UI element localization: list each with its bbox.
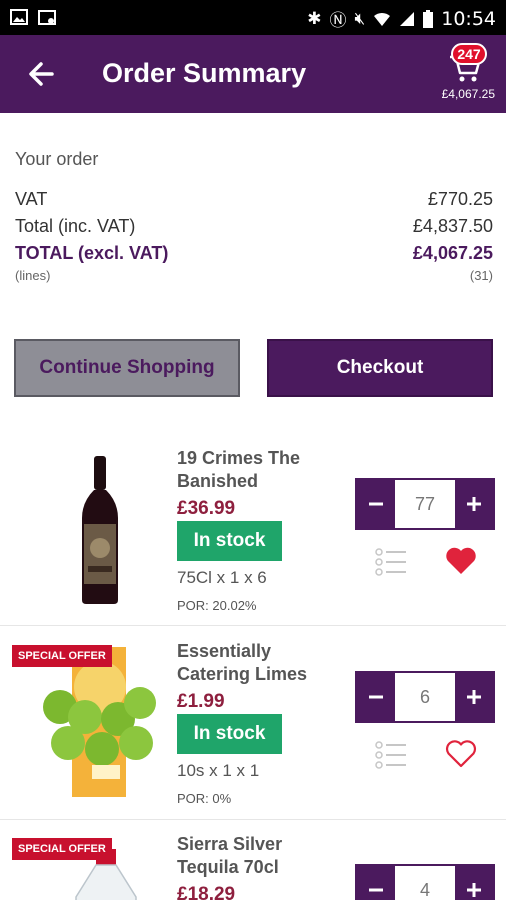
battery-icon [423,9,434,28]
notification-icons [10,8,56,26]
product-price: £36.99 [177,498,236,519]
plus-icon [467,497,481,511]
mute-icon: 🔇︎ [354,8,366,28]
quantity-stepper: 6 [355,671,495,723]
lines-row: (lines) (31) [15,268,493,283]
stock-badge: In stock [177,521,282,561]
product-price: £18.29 [177,884,236,900]
minus-icon [369,502,383,506]
summary-heading: Your order [15,149,99,169]
special-offer-badge: SPECIAL OFFER [12,645,112,667]
wine-bottle-image [82,456,118,604]
favourite-filled-icon[interactable] [444,546,478,576]
wallet-icon [38,10,56,25]
product-name[interactable]: Essentially Catering Limes [177,640,327,686]
cart-count-badge: 247 [451,43,487,65]
total-inc-vat-label: Total (inc. VAT) [15,216,136,236]
increase-button[interactable] [455,673,493,721]
nfc-icon: Ⓝ [329,11,347,30]
stock-badge: In stock [177,714,282,754]
total-excl-vat-row: TOTAL (excl. VAT) £4,067.25 [15,243,493,264]
back-button[interactable] [24,57,58,91]
limes-image [43,647,156,797]
clock: 10:54 [441,7,496,30]
add-to-list-icon[interactable] [375,547,407,577]
order-summary: Your order VAT £770.25 Total (inc. VAT) … [0,113,506,318]
add-to-list-icon[interactable] [375,740,407,770]
increase-button[interactable] [455,480,493,528]
product-row: SPECIAL OFFER Essentially Catering Limes… [0,627,506,820]
total-excl-vat-value: £4,067.25 [412,243,493,263]
minus-icon [369,888,383,892]
lines-value: (31) [469,268,493,283]
quantity-field[interactable]: 77 [395,480,455,528]
system-icons: ✱ Ⓝ 🔇︎ 10:54 [307,6,496,31]
app-bar: Order Summary 247 £4,067.25 [0,35,506,113]
favourite-outline-icon[interactable] [444,739,478,769]
lines-label: (lines) [15,268,51,283]
decrease-button[interactable] [357,673,395,721]
quantity-stepper: 77 [355,478,495,530]
cart-button[interactable]: 247 £4,067.25 [434,41,498,105]
product-name[interactable]: Sierra Silver Tequila 70cl [177,833,327,879]
continue-shopping-button[interactable]: Continue Shopping [14,339,240,397]
decrease-button[interactable] [357,480,395,528]
product-row: SPECIAL OFFER Sierra Silver Tequila 70cl… [0,821,506,900]
pack-size: 10s x 1 x 1 [177,761,260,780]
page-title: Order Summary [102,58,307,88]
vat-value: £770.25 [427,189,493,209]
product-price: £1.99 [177,691,225,712]
special-offer-badge: SPECIAL OFFER [12,838,112,860]
decrease-button[interactable] [357,866,395,900]
product-name[interactable]: 19 Crimes The Banished [177,447,327,493]
status-bar: ✱ Ⓝ 🔇︎ 10:54 [0,0,506,35]
signal-icon [400,11,415,26]
total-excl-vat-label: TOTAL (excl. VAT) [15,243,169,263]
plus-icon [467,883,481,897]
vat-row: VAT £770.25 [15,189,493,210]
por-value: POR: 20.02% [177,598,257,613]
quantity-stepper: 4 [355,864,495,900]
quantity-field[interactable]: 6 [395,673,455,721]
por-value: POR: 0% [177,791,232,806]
plus-icon [467,690,481,704]
arrow-left-icon [29,62,54,86]
quantity-field[interactable]: 4 [395,866,455,900]
image-icon [10,9,28,25]
pack-size: 75Cl x 1 x 6 [177,568,267,587]
vat-label: VAT [15,189,48,209]
wifi-icon [374,12,391,26]
bluetooth-icon: ✱ [307,8,322,28]
minus-icon [369,695,383,699]
increase-button[interactable] [455,866,493,900]
product-row: 19 Crimes The Banished £36.99 In stock 7… [0,430,506,626]
total-inc-vat-value: £4,837.50 [412,216,493,236]
total-inc-vat-row: Total (inc. VAT) £4,837.50 [15,216,493,237]
checkout-button[interactable]: Checkout [267,339,493,397]
cart-total: £4,067.25 [441,87,495,101]
